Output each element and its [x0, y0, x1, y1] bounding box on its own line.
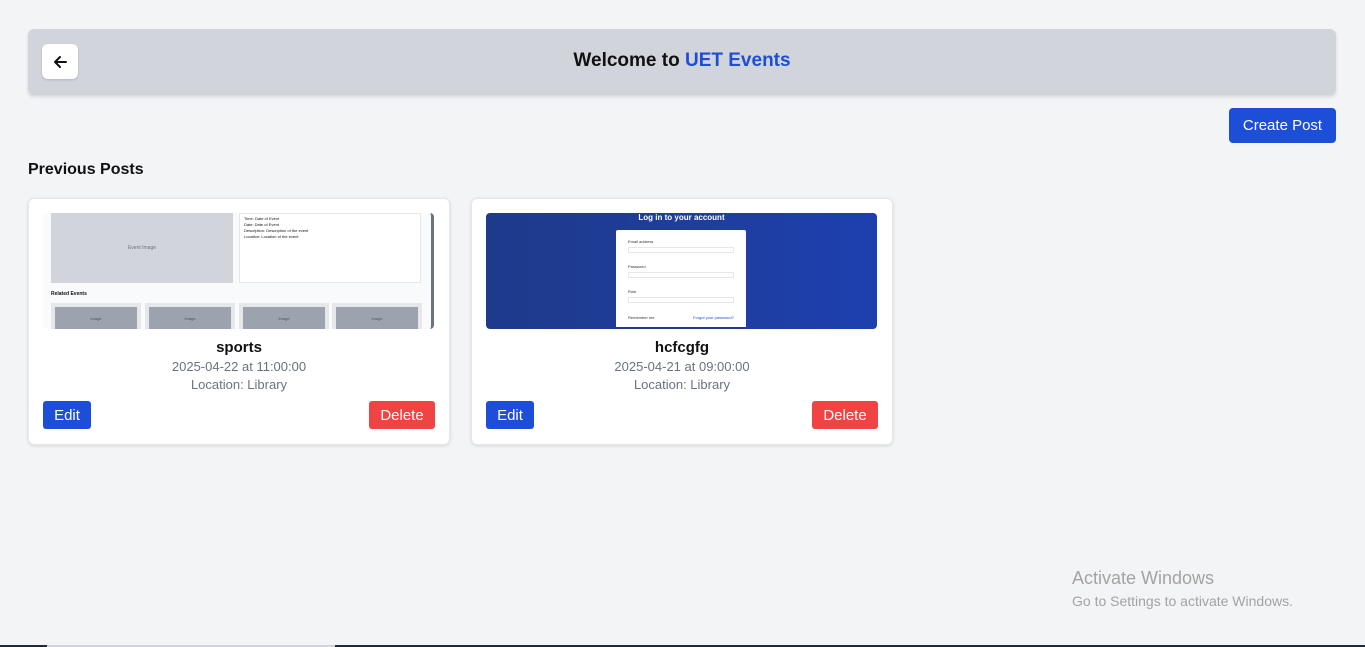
thumb-role-label: Role — [628, 289, 637, 294]
delete-button[interactable]: Delete — [812, 401, 878, 429]
thumb-login-title: Log in to your account — [638, 213, 725, 222]
thumb-email-field — [628, 247, 734, 253]
thumb-related-image: Image — [55, 307, 137, 329]
edit-button[interactable]: Edit — [486, 401, 534, 429]
thumb-email-label: Email address — [628, 239, 654, 244]
post-thumbnail: Event Image Time: Date of Event Date: Da… — [43, 213, 434, 329]
thumb-related-label: Related Events — [51, 291, 87, 297]
post-location: Location: Library — [190, 377, 288, 392]
post-location: Location: Library — [633, 377, 731, 392]
thumb-forgot-link: Forgot your password? — [693, 315, 734, 320]
thumb-login-card: Email address Password Role Remember me … — [616, 230, 746, 329]
delete-button[interactable]: Delete — [369, 401, 435, 429]
thumb-info-panel: Time: Date of Event Date: Date of Event … — [239, 213, 421, 283]
thumb-related-item: Image — [239, 303, 329, 329]
create-post-button[interactable]: Create Post — [1229, 108, 1336, 143]
post-card: Event Image Time: Date of Event Date: Da… — [28, 198, 450, 445]
post-thumbnail: Log in to your account Email address Pas… — [486, 213, 877, 329]
thumb-related-image: Image — [336, 307, 418, 329]
post-card: Log in to your account Email address Pas… — [471, 198, 893, 445]
thumb-related-image: Image — [243, 307, 325, 329]
thumb-related-item: Image — [145, 303, 235, 329]
page-header: Welcome to UET Events — [28, 29, 1336, 95]
thumb-info-line: Location: Location of the event — [244, 234, 299, 239]
post-name: hcfcgfg — [654, 339, 710, 356]
thumb-role-field — [628, 297, 734, 303]
windows-activation-watermark: Activate Windows Go to Settings to activ… — [1072, 568, 1293, 609]
section-title: Previous Posts — [28, 161, 144, 178]
thumb-related-item: Image — [51, 303, 141, 329]
watermark-subtitle: Go to Settings to activate Windows. — [1072, 593, 1293, 609]
post-name: sports — [216, 339, 262, 356]
thumb-related-image: Image — [149, 307, 231, 329]
post-datetime: 2025-04-21 at 09:00:00 — [614, 359, 750, 374]
thumb-password-field — [628, 272, 734, 278]
page-title: Welcome to UET Events — [28, 50, 1336, 72]
watermark-title: Activate Windows — [1072, 568, 1215, 588]
title-prefix: Welcome to — [573, 50, 680, 71]
post-datetime: 2025-04-22 at 11:00:00 — [171, 359, 307, 374]
thumb-image-placeholder: Event Image — [51, 213, 233, 283]
thumb-related-item: Image — [332, 303, 422, 329]
thumb-password-label: Password — [628, 264, 646, 269]
thumb-remember-label: Remember me — [628, 315, 655, 320]
edit-button[interactable]: Edit — [43, 401, 91, 429]
title-brand: UET Events — [684, 50, 791, 71]
